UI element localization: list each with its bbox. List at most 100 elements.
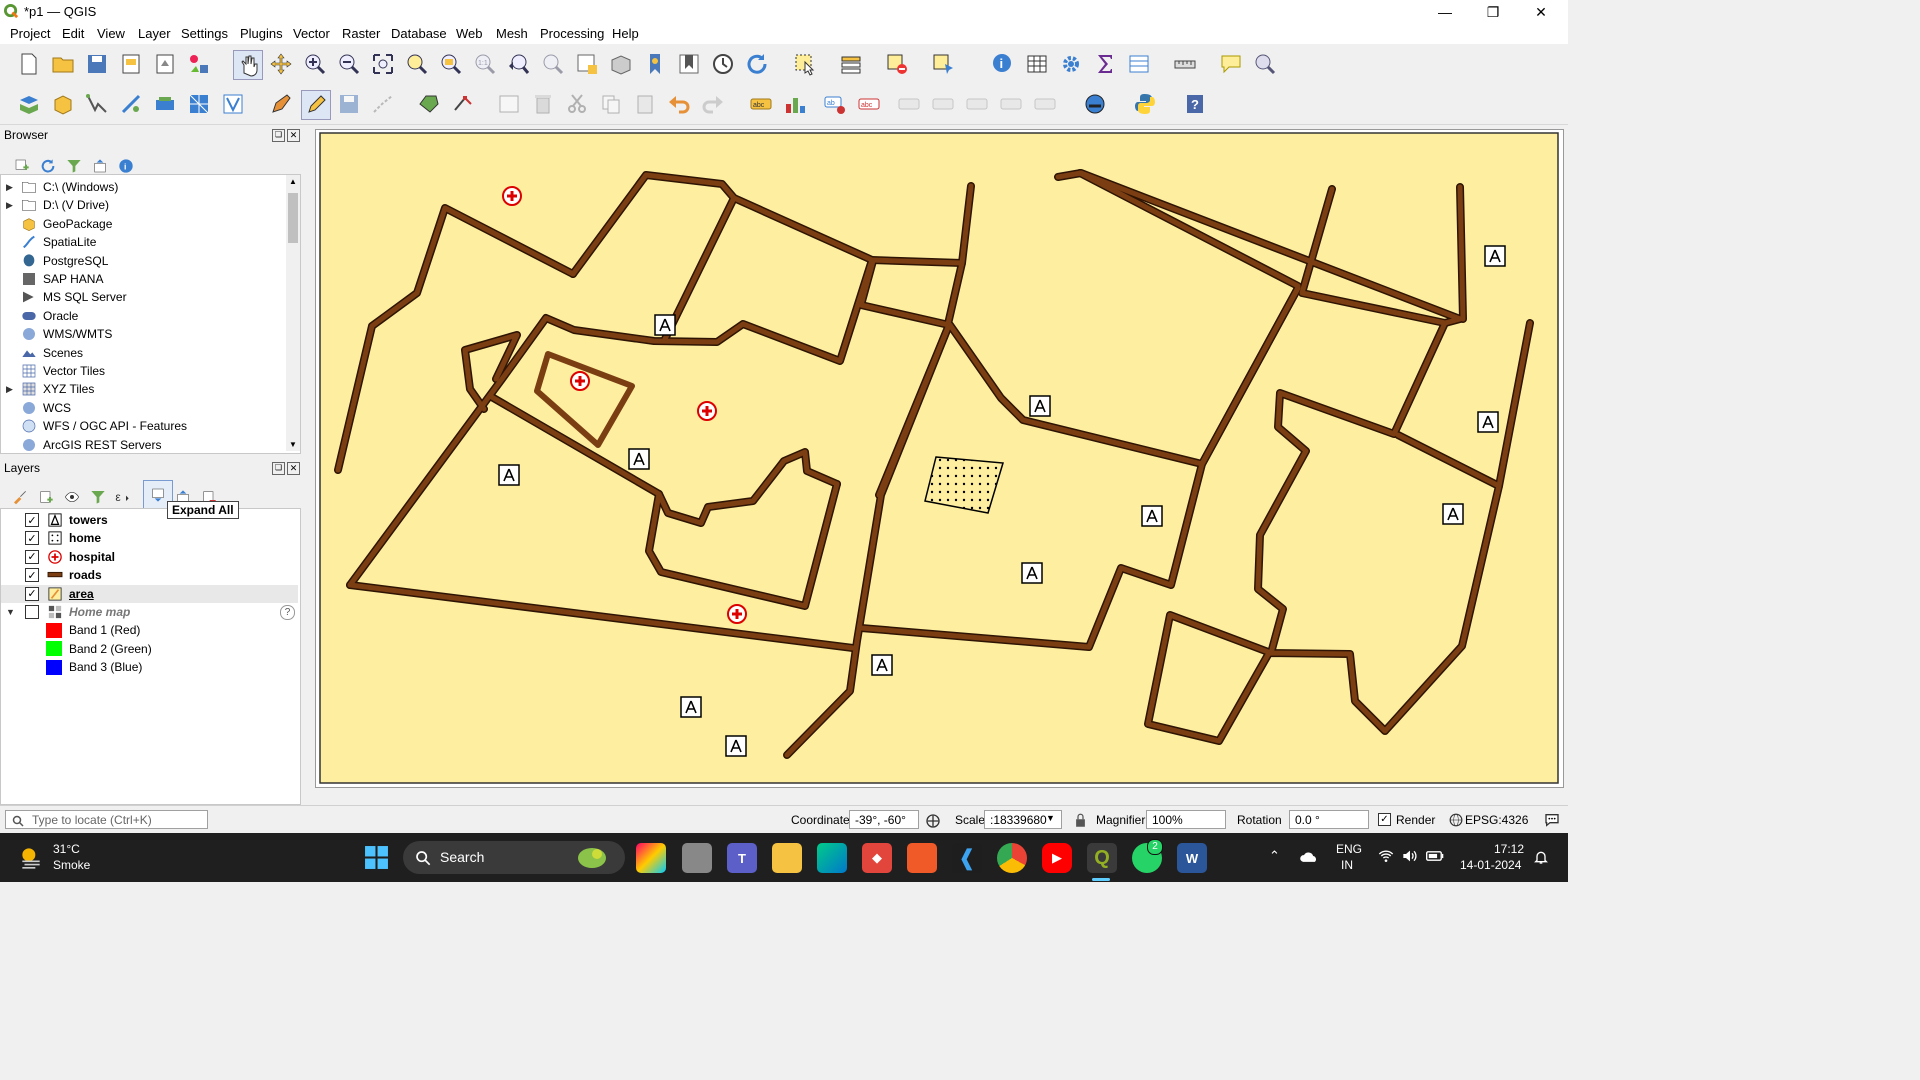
tower-icon[interactable] xyxy=(654,314,676,336)
float-panel-icon[interactable]: ❏ xyxy=(272,462,285,475)
zoom-in-icon[interactable] xyxy=(301,50,329,78)
tower-icon[interactable] xyxy=(1021,562,1043,584)
minimize-button[interactable]: — xyxy=(1422,0,1468,24)
measure-line-icon[interactable] xyxy=(1171,50,1199,78)
show-hidden-icons[interactable]: ⌃ xyxy=(1269,848,1280,864)
open-layer-styling-icon[interactable] xyxy=(6,483,34,511)
show-hide-labels-icon[interactable] xyxy=(895,90,923,118)
tower-icon[interactable] xyxy=(1141,505,1163,527)
add-delimited-text-icon[interactable] xyxy=(117,90,145,118)
save-project-icon[interactable] xyxy=(83,50,111,78)
redo-icon[interactable] xyxy=(699,90,727,118)
browser-item[interactable]: Oracle xyxy=(1,307,78,325)
locator-input[interactable]: Type to locate (Ctrl+K) xyxy=(5,810,208,829)
layer-item[interactable]: ▼ Home map? xyxy=(1,603,298,621)
show-bookmarks-icon[interactable] xyxy=(675,50,703,78)
layer-visibility-checkbox[interactable] xyxy=(25,605,39,619)
open-table-icon[interactable] xyxy=(1125,50,1153,78)
layer-visibility-checkbox[interactable]: ✓ xyxy=(25,586,39,601)
map-canvas[interactable] xyxy=(315,129,1564,788)
close-panel-icon[interactable]: ✕ xyxy=(287,462,300,475)
browser-item[interactable]: Scenes xyxy=(1,344,83,362)
menu-mesh[interactable]: Mesh xyxy=(496,26,528,41)
layer-warning-icon[interactable]: ? xyxy=(280,604,295,620)
new-3d-map-view-icon[interactable] xyxy=(607,50,635,78)
menu-view[interactable]: View xyxy=(97,26,125,41)
current-edits-icon[interactable] xyxy=(267,90,295,118)
tower-icon[interactable] xyxy=(725,735,747,757)
chevron-down-icon[interactable]: ▼ xyxy=(1046,813,1055,823)
pan-to-selection-icon[interactable] xyxy=(267,50,295,78)
layer-visibility-checkbox[interactable]: ✓ xyxy=(25,568,39,583)
menu-help[interactable]: Help xyxy=(612,26,639,41)
zoom-out-icon[interactable] xyxy=(335,50,363,78)
anydesk-app-icon[interactable]: ◆ xyxy=(862,843,892,873)
add-polygon-feature-icon[interactable] xyxy=(415,90,443,118)
menu-web[interactable]: Web xyxy=(456,26,483,41)
add-raster-layer-icon[interactable] xyxy=(151,90,179,118)
language-code[interactable]: ENG xyxy=(1336,842,1362,856)
browser-item[interactable]: WFS / OGC API - Features xyxy=(1,417,187,435)
style-manager-icon[interactable] xyxy=(185,50,213,78)
attribute-table-icon[interactable] xyxy=(1023,50,1051,78)
layer-item[interactable]: Band 2 (Green) xyxy=(1,640,298,658)
browser-item[interactable]: WMS/WMTS xyxy=(1,325,112,343)
notifications-bell-icon[interactable] xyxy=(1533,849,1549,865)
copilot-app-icon[interactable] xyxy=(636,843,666,873)
tower-icon[interactable] xyxy=(871,654,893,676)
change-label-icon[interactable] xyxy=(997,90,1025,118)
layer-visibility-checkbox[interactable]: ✓ xyxy=(25,531,39,546)
close-panel-icon[interactable]: ✕ xyxy=(287,129,300,142)
layer-item[interactable]: Band 1 (Red) xyxy=(1,621,298,639)
browser-item[interactable]: SAP HANA xyxy=(1,270,103,288)
magnifier-field[interactable]: 100% xyxy=(1146,810,1226,829)
browser-item[interactable]: ▶ XYZ Tiles xyxy=(1,380,94,398)
layer-item[interactable]: ✓ roads xyxy=(1,566,298,584)
browser-item[interactable]: ArcGIS REST Servers xyxy=(1,436,161,454)
layer-item[interactable]: ✓ area xyxy=(1,584,298,603)
float-panel-icon[interactable]: ❏ xyxy=(272,129,285,142)
move-label-icon[interactable] xyxy=(929,90,957,118)
browser-item[interactable]: ▶ C:\ (Windows) xyxy=(1,178,118,196)
zoom-last-icon[interactable] xyxy=(505,50,533,78)
select-by-value-icon[interactable] xyxy=(837,50,865,78)
coordinate-field[interactable]: -39°, -60° xyxy=(849,810,919,829)
data-source-manager-icon[interactable] xyxy=(15,90,43,118)
select-location-icon[interactable] xyxy=(929,50,957,78)
browser-scrollbar[interactable]: ▲ ▼ xyxy=(286,175,300,451)
menu-raster[interactable]: Raster xyxy=(342,26,380,41)
statistics-sigma-icon[interactable] xyxy=(1091,50,1119,78)
delete-selected-icon[interactable] xyxy=(529,90,557,118)
battery-icon[interactable] xyxy=(1426,850,1444,862)
pan-map-icon[interactable] xyxy=(233,50,263,80)
undo-icon[interactable] xyxy=(665,90,693,118)
browser-item[interactable]: ▶ D:\ (V Drive) xyxy=(1,196,109,214)
processing-toolbox-icon[interactable] xyxy=(1057,50,1085,78)
save-edits-icon[interactable] xyxy=(335,90,363,118)
expand-arrow-icon[interactable]: ▶ xyxy=(6,384,13,395)
map-tips-icon[interactable] xyxy=(1217,50,1245,78)
taskbar-search-box[interactable]: Search xyxy=(403,841,625,874)
qgis-cloud-icon[interactable] xyxy=(1081,90,1109,118)
task-view-icon[interactable] xyxy=(682,843,712,873)
layout-manager-icon[interactable] xyxy=(151,50,179,78)
browser-item[interactable]: Vector Tiles xyxy=(1,362,105,380)
chrome-browser-icon[interactable] xyxy=(997,843,1027,873)
hospital-icon[interactable] xyxy=(570,371,590,391)
menu-edit[interactable]: Edit xyxy=(62,26,84,41)
vscode-app-icon[interactable]: ❰ xyxy=(952,843,982,873)
new-geopackage-icon[interactable] xyxy=(49,90,77,118)
modify-attributes-icon[interactable] xyxy=(495,90,523,118)
crs-button[interactable]: EPSG:4326 xyxy=(1465,813,1528,827)
paste-features-icon[interactable] xyxy=(631,90,659,118)
refresh-icon[interactable] xyxy=(743,50,771,78)
lock-scale-icon[interactable] xyxy=(1074,813,1087,828)
new-print-layout-icon[interactable] xyxy=(117,50,145,78)
browser-item[interactable]: GeoPackage xyxy=(1,215,112,233)
teams-app-icon[interactable]: T xyxy=(727,843,757,873)
browser-item[interactable]: MS SQL Server xyxy=(1,288,127,306)
deselect-features-icon[interactable] xyxy=(883,50,911,78)
layer-visibility-checkbox[interactable]: ✓ xyxy=(25,513,39,527)
browser-item[interactable]: WCS xyxy=(1,399,71,417)
layer-item[interactable]: ✓ hospital xyxy=(1,548,298,566)
